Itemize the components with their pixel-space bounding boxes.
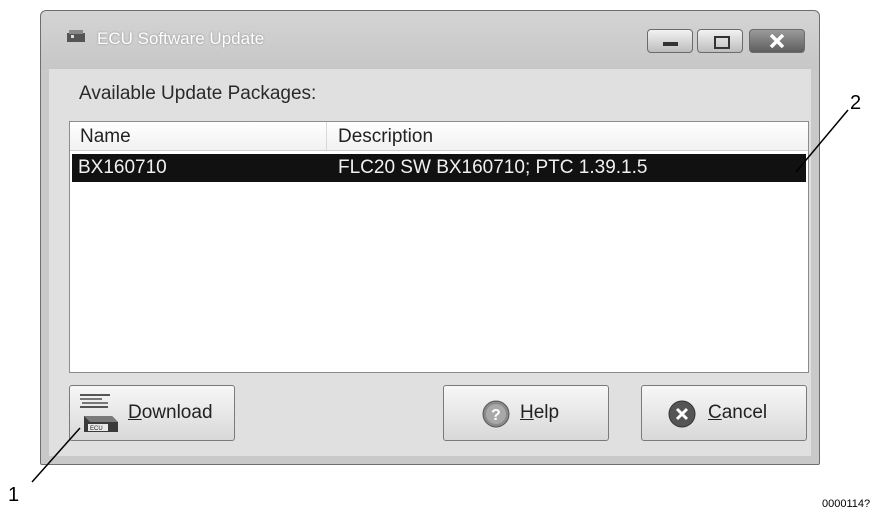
callout-line-2 [795,109,849,173]
callout-1: 1 [8,484,20,506]
callout-line-1 [31,427,81,483]
callout-lines [31,109,849,483]
figure-code: 0000114? [822,498,870,510]
callout-2: 2 [850,92,862,114]
